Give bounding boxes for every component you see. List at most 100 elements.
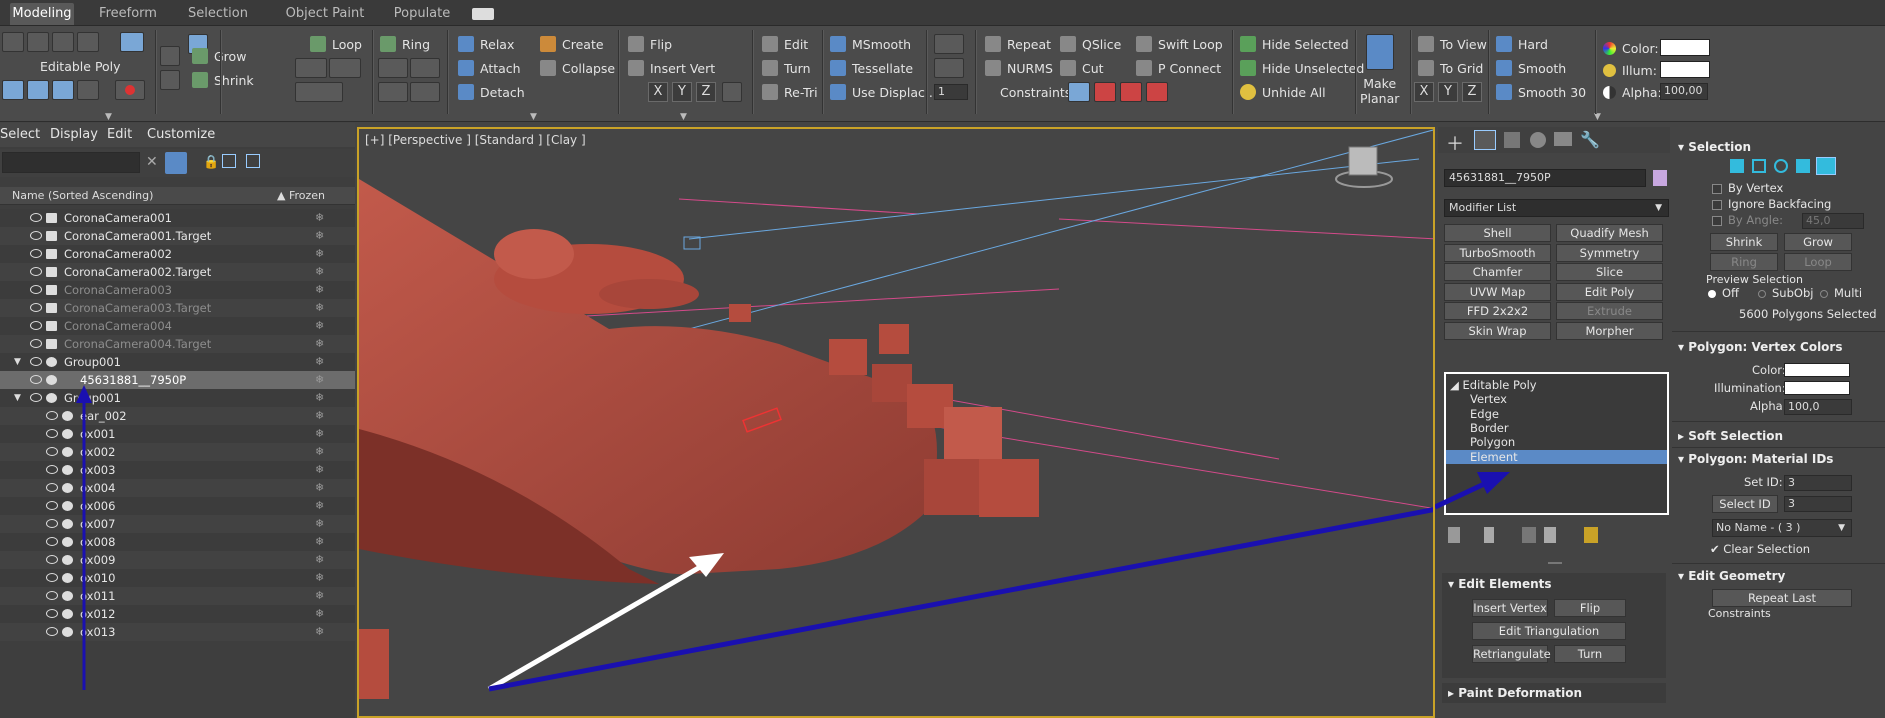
insert-vertex-button[interactable]: Insert Vertex bbox=[1472, 599, 1548, 617]
freeze-icon[interactable]: ❄ bbox=[315, 299, 324, 317]
show-cage-icon[interactable] bbox=[52, 80, 74, 100]
tab-modeling[interactable]: Modeling bbox=[10, 3, 74, 25]
menu-display[interactable]: Display bbox=[50, 127, 98, 142]
preserve-uv-icon[interactable] bbox=[2, 80, 24, 100]
element-mode-icon[interactable] bbox=[120, 32, 144, 52]
ring-remove-icon[interactable] bbox=[410, 58, 440, 78]
material-ids-header[interactable]: ▾ Polygon: Material IDs bbox=[1678, 452, 1833, 466]
attach-button[interactable]: Attach bbox=[458, 58, 521, 78]
material-name-dropdown[interactable]: No Name - ( 3 ) ▼ bbox=[1712, 519, 1852, 537]
freeze-icon[interactable]: ❄ bbox=[315, 353, 324, 371]
modifier-button[interactable]: Morpher bbox=[1556, 321, 1663, 340]
use-stack-icon[interactable] bbox=[27, 80, 49, 100]
create-button[interactable]: Create bbox=[540, 34, 604, 54]
viewport-label[interactable]: [+] [Perspective ] [Standard ] [Clay ] bbox=[365, 133, 586, 147]
create-tab-icon[interactable]: ＋ bbox=[1446, 130, 1464, 156]
alpha-spinner[interactable]: 100,0 bbox=[1784, 399, 1852, 415]
freeze-icon[interactable]: ❄ bbox=[315, 623, 324, 641]
explorer-row[interactable]: ox004 ❄ bbox=[0, 479, 355, 497]
border-select-icon[interactable] bbox=[1774, 159, 1788, 173]
visibility-icon[interactable] bbox=[46, 591, 58, 600]
border-mode-icon[interactable] bbox=[52, 32, 74, 52]
explorer-row[interactable]: CoronaCamera002.Target ❄ bbox=[0, 263, 355, 281]
stack-subobject-polygon[interactable]: Polygon bbox=[1470, 435, 1515, 449]
visibility-icon[interactable] bbox=[30, 393, 42, 402]
constraint-none-icon[interactable] bbox=[1068, 82, 1090, 102]
shrink-button[interactable]: Shrink bbox=[1710, 233, 1778, 251]
selection-header[interactable]: ▾ Selection bbox=[1678, 140, 1751, 154]
freeze-icon[interactable]: ❄ bbox=[315, 515, 324, 533]
visibility-icon[interactable] bbox=[46, 627, 58, 636]
filter-icon[interactable] bbox=[165, 152, 187, 174]
menu-edit[interactable]: Edit bbox=[107, 127, 132, 142]
freeze-icon[interactable]: ❄ bbox=[315, 281, 324, 299]
freeze-icon[interactable]: ❄ bbox=[315, 371, 324, 389]
illumination-swatch[interactable] bbox=[1784, 381, 1850, 395]
ring-button[interactable]: Ring bbox=[380, 34, 430, 54]
explorer-row[interactable]: ox011 ❄ bbox=[0, 587, 355, 605]
explorer-row[interactable]: CoronaCamera003.Target ❄ bbox=[0, 299, 355, 317]
perspective-viewport[interactable]: [+] [Perspective ] [Standard ] [Clay ] bbox=[357, 127, 1435, 718]
chevron-down-icon[interactable]: ▼ bbox=[680, 112, 687, 122]
visibility-icon[interactable] bbox=[46, 519, 58, 528]
settings-icon[interactable] bbox=[934, 58, 964, 78]
visibility-icon[interactable] bbox=[46, 411, 58, 420]
by-vertex-checkbox[interactable] bbox=[1712, 184, 1722, 194]
ring-button[interactable]: Ring bbox=[1710, 253, 1778, 271]
tab-populate[interactable]: Populate bbox=[390, 3, 454, 25]
visibility-icon[interactable] bbox=[30, 231, 42, 240]
visibility-icon[interactable] bbox=[30, 285, 42, 294]
explorer-row[interactable]: ox009 ❄ bbox=[0, 551, 355, 569]
clear-selection-checkbox[interactable]: ✔ Clear Selection bbox=[1710, 542, 1810, 556]
visibility-icon[interactable] bbox=[46, 501, 58, 510]
loop-button[interactable]: Loop bbox=[1784, 253, 1852, 271]
iterations-spinner[interactable]: 1 bbox=[934, 84, 968, 100]
ring-mode-icon[interactable] bbox=[410, 82, 440, 102]
element-select-icon[interactable] bbox=[1816, 157, 1836, 175]
vertex-select-icon[interactable] bbox=[1730, 159, 1744, 173]
ring-mode-icon[interactable] bbox=[378, 82, 408, 102]
modifier-button[interactable]: Skin Wrap bbox=[1444, 321, 1551, 340]
modifier-button[interactable]: UVW Map bbox=[1444, 282, 1551, 301]
explorer-row[interactable]: ox013 ❄ bbox=[0, 623, 355, 641]
smooth30-button[interactable]: Smooth 30 bbox=[1496, 82, 1586, 102]
display-tab-icon[interactable] bbox=[1554, 132, 1572, 146]
insert-vert-button[interactable]: Insert Vert bbox=[628, 58, 715, 78]
use-displacement-button[interactable]: Use Displac... bbox=[830, 82, 937, 102]
freeze-icon[interactable]: ❄ bbox=[315, 461, 324, 479]
visibility-icon[interactable] bbox=[30, 321, 42, 330]
visibility-icon[interactable] bbox=[30, 249, 42, 258]
repeat-last-button[interactable]: Repeat Last bbox=[1712, 589, 1852, 607]
menu-customize[interactable]: Customize bbox=[147, 127, 215, 142]
visibility-icon[interactable] bbox=[46, 573, 58, 582]
selection-mode-icon[interactable] bbox=[160, 70, 180, 90]
explorer-row[interactable]: ox003 ❄ bbox=[0, 461, 355, 479]
explorer-row[interactable]: ▼ Group001 ❄ bbox=[0, 353, 355, 371]
explorer-row[interactable]: ox001 ❄ bbox=[0, 425, 355, 443]
detach-button[interactable]: Detach bbox=[458, 82, 525, 102]
hide-selected-button[interactable]: Hide Selected bbox=[1240, 34, 1349, 54]
loop-add-icon[interactable] bbox=[295, 58, 327, 78]
select-id-button[interactable]: Select ID bbox=[1712, 495, 1778, 513]
freeze-icon[interactable]: ❄ bbox=[315, 587, 324, 605]
freeze-icon[interactable]: ❄ bbox=[315, 245, 324, 263]
explorer-row[interactable]: ox012 ❄ bbox=[0, 605, 355, 623]
object-color-swatch[interactable] bbox=[1653, 170, 1667, 186]
set-id-spinner[interactable]: 3 bbox=[1784, 475, 1852, 491]
explorer-row[interactable]: ox006 ❄ bbox=[0, 497, 355, 515]
by-angle-spinner[interactable]: 45,0 bbox=[1802, 213, 1864, 229]
menu-select[interactable]: Select bbox=[0, 127, 40, 142]
lock-icon[interactable]: 🔒 bbox=[203, 155, 219, 170]
alpha-spinner[interactable]: 100,00 bbox=[1660, 83, 1708, 100]
edge-mode-icon[interactable] bbox=[27, 32, 49, 52]
grow-button[interactable]: Grow bbox=[1784, 233, 1852, 251]
by-angle-checkbox[interactable] bbox=[1712, 216, 1722, 226]
tessellate-button[interactable]: Tessellate bbox=[830, 58, 913, 78]
to-grid-button[interactable]: To Grid bbox=[1418, 58, 1483, 78]
tab-object-paint[interactable]: Object Paint bbox=[280, 3, 370, 25]
freeze-icon[interactable]: ❄ bbox=[315, 497, 324, 515]
collapse-button[interactable]: Collapse bbox=[540, 58, 615, 78]
constraint-face-icon[interactable] bbox=[1120, 82, 1142, 102]
expand-icon[interactable]: ▼ bbox=[14, 389, 21, 407]
explorer-row[interactable]: CoronaCamera004.Target ❄ bbox=[0, 335, 355, 353]
